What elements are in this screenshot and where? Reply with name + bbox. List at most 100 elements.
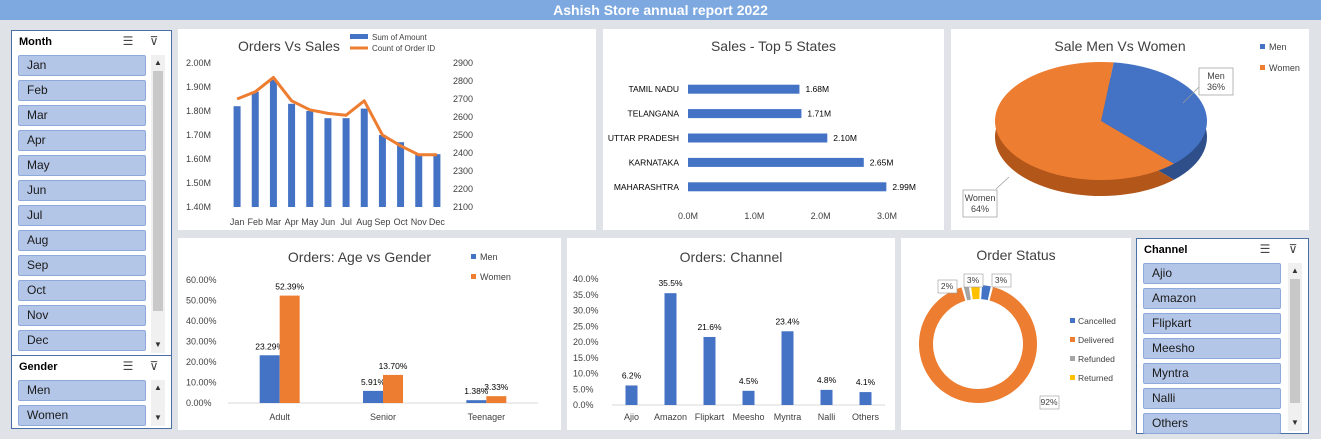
- bar: [306, 111, 314, 207]
- legend-swatch: [1260, 44, 1265, 49]
- bar: [688, 109, 802, 119]
- y-tick-label-left: 1.90M: [186, 82, 211, 92]
- data-label: 23.4%: [775, 316, 800, 326]
- multi-select-icon[interactable]: ☰: [120, 34, 136, 48]
- x-tick-label: Meesho: [732, 412, 764, 422]
- y-tick-label-right: 2600: [453, 112, 473, 122]
- slicer-item-oct[interactable]: Oct: [18, 280, 146, 301]
- x-tick-label: Dec: [429, 217, 446, 227]
- bar: [820, 389, 833, 405]
- doughnut-slice: [981, 285, 991, 301]
- x-tick-label: Teenager: [468, 412, 506, 422]
- month-slicer-header: Month ☰ ⊽: [12, 31, 171, 53]
- scroll-up-arrow-icon[interactable]: ▲: [151, 382, 165, 394]
- slicer-item-jun[interactable]: Jun: [18, 180, 146, 201]
- x-tick-label: Nov: [411, 217, 428, 227]
- slicer-item-men[interactable]: Men: [18, 380, 146, 401]
- bar: [251, 91, 259, 207]
- order-status-plot: 3% 92% 2% 3% Cancelled Delivered Refunded Retur…: [919, 273, 1116, 410]
- y-tick-label: 30.00%: [186, 337, 217, 347]
- legend-swatch: [1070, 337, 1075, 342]
- channel-slicer-scrollbar[interactable]: ▲ ▼: [1288, 263, 1302, 431]
- slicer-item-feb[interactable]: Feb: [18, 80, 146, 101]
- bar: [415, 154, 423, 207]
- data-label-name: Men: [1207, 71, 1225, 81]
- data-label: 2%: [941, 281, 954, 291]
- channel-slicer[interactable]: Channel ☰ ⊽ Ajio Amazon Flipkart Meesho Mynt…: [1136, 238, 1309, 434]
- slicer-item-nov[interactable]: Nov: [18, 305, 146, 326]
- scrollbar-thumb[interactable]: [1290, 279, 1300, 403]
- slicer-item-jul[interactable]: Jul: [18, 205, 146, 226]
- y-tick-label: 50.00%: [186, 296, 217, 306]
- legend-swatch: [1070, 356, 1075, 361]
- leader-line: [995, 176, 1010, 190]
- y-tick-label-right: 2900: [453, 58, 473, 68]
- slicer-item-flipkart[interactable]: Flipkart: [1143, 313, 1281, 334]
- bar: [625, 385, 638, 405]
- slicer-item-may[interactable]: May: [18, 155, 146, 176]
- slicer-item-amazon[interactable]: Amazon: [1143, 288, 1281, 309]
- bar: [269, 79, 277, 207]
- y-tick-label-right: 2800: [453, 76, 473, 86]
- slicer-item-women[interactable]: Women: [18, 405, 146, 426]
- bar: [781, 331, 794, 405]
- x-tick-label: Mar: [266, 217, 282, 227]
- legend-label: Women: [480, 272, 511, 282]
- legend-label: Count of Order ID: [372, 44, 435, 53]
- slicer-item-nalli[interactable]: Nalli: [1143, 388, 1281, 409]
- slicer-item-jan[interactable]: Jan: [18, 55, 146, 76]
- category-label: KARNATAKA: [629, 157, 680, 167]
- slicer-item-aug[interactable]: Aug: [18, 230, 146, 251]
- legend-label: Returned: [1078, 373, 1113, 383]
- scrollbar-thumb[interactable]: [153, 71, 163, 311]
- data-label: 2.99M: [892, 182, 916, 192]
- bar: [466, 400, 487, 403]
- data-label: 92%: [1040, 397, 1057, 407]
- gender-slicer[interactable]: Gender ☰ ⊽ Men Women ▲ ▼: [11, 355, 172, 429]
- scroll-up-arrow-icon[interactable]: ▲: [1288, 265, 1302, 277]
- scroll-down-arrow-icon[interactable]: ▼: [151, 412, 165, 424]
- bar: [664, 293, 677, 405]
- y-tick-label-left: 1.80M: [186, 106, 211, 116]
- slicer-item-meesho[interactable]: Meesho: [1143, 338, 1281, 359]
- slicer-item-others[interactable]: Others: [1143, 413, 1281, 434]
- month-slicer-scrollbar[interactable]: ▲ ▼: [151, 55, 165, 353]
- bar: [688, 133, 828, 143]
- clear-filter-icon[interactable]: ⊽: [146, 359, 162, 373]
- slicer-item-sep[interactable]: Sep: [18, 255, 146, 276]
- data-label: 3%: [967, 275, 980, 285]
- month-slicer[interactable]: Month ☰ ⊽ Jan Feb Mar Apr May Jun Jul Aug Sep Oct…: [11, 30, 172, 356]
- x-tick-label: Amazon: [654, 412, 687, 422]
- data-label: 1.71M: [807, 109, 831, 119]
- y-tick-label: 10.0%: [573, 369, 599, 379]
- orders-channel-plot: 0.0% 5.0% 10.0% 15.0% 20.0% 25.0% 30.0% 35.0% 40…: [573, 274, 885, 422]
- scroll-up-arrow-icon[interactable]: ▲: [151, 57, 165, 69]
- x-tick-label: Jan: [230, 217, 245, 227]
- y-tick-label: 10.00%: [186, 378, 217, 388]
- legend-swatch: [1070, 375, 1075, 380]
- x-tick-label: Senior: [370, 412, 396, 422]
- age-vs-gender-chart: Orders: Age vs Gender 0.00% 10.00% 20.00% 3…: [178, 238, 561, 430]
- scroll-down-arrow-icon[interactable]: ▼: [151, 339, 165, 351]
- channel-slicer-title: Channel: [1144, 244, 1188, 256]
- slicer-item-dec[interactable]: Dec: [18, 330, 146, 351]
- category-label: UTTAR PRADESH: [608, 133, 679, 143]
- data-label-name: Women: [965, 193, 996, 203]
- x-tick-label: Myntra: [774, 412, 802, 422]
- clear-filter-icon[interactable]: ⊽: [146, 34, 162, 48]
- bar: [859, 392, 872, 405]
- report-title: Ashish Store annual report 2022: [0, 0, 1321, 20]
- legend-label: Women: [1269, 63, 1300, 73]
- multi-select-icon[interactable]: ☰: [1257, 242, 1273, 256]
- x-tick-label: Ajio: [624, 412, 639, 422]
- clear-filter-icon[interactable]: ⊽: [1285, 242, 1301, 256]
- scroll-down-arrow-icon[interactable]: ▼: [1288, 417, 1302, 429]
- slicer-item-mar[interactable]: Mar: [18, 105, 146, 126]
- slicer-item-myntra[interactable]: Myntra: [1143, 363, 1281, 384]
- gender-slicer-scrollbar[interactable]: ▲ ▼: [151, 380, 165, 426]
- slicer-item-apr[interactable]: Apr: [18, 130, 146, 151]
- slicer-item-ajio[interactable]: Ajio: [1143, 263, 1281, 284]
- multi-select-icon[interactable]: ☰: [120, 359, 136, 373]
- y-tick-label: 40.0%: [573, 274, 599, 284]
- legend-label: Sum of Amount: [372, 33, 427, 42]
